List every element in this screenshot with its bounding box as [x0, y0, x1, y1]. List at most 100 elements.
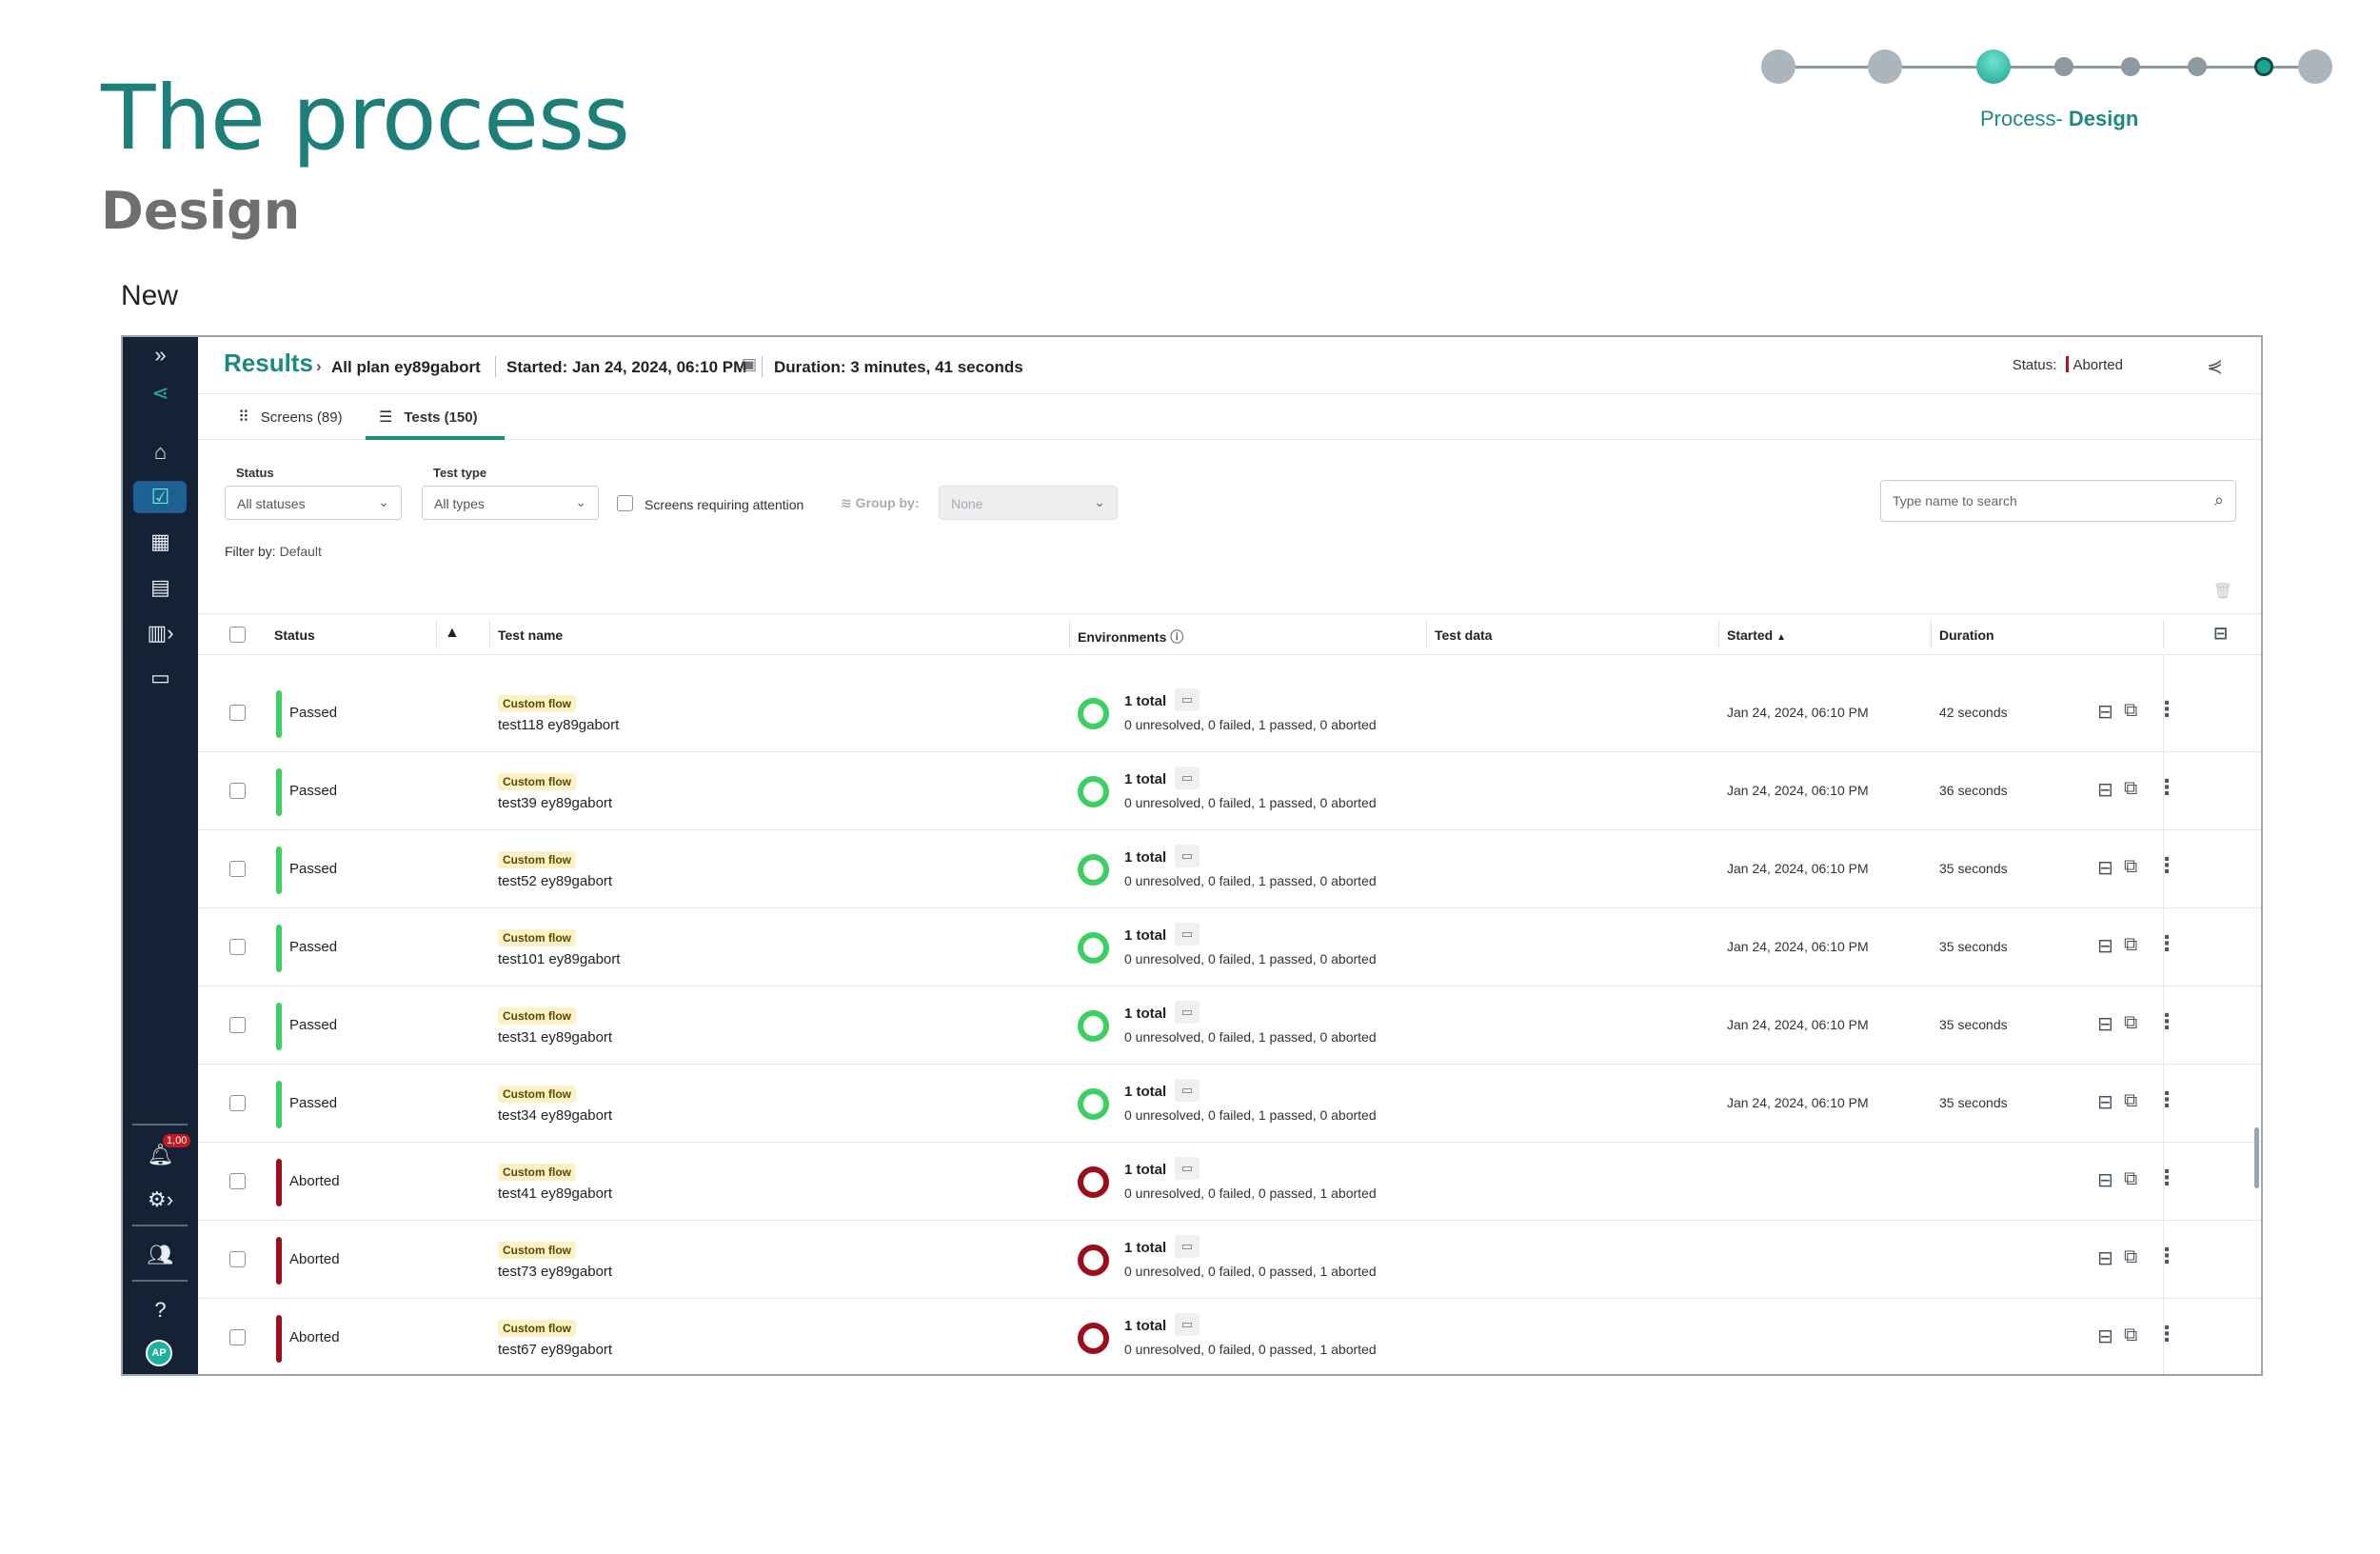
table-row[interactable]: Passed Custom flow test31 ey89gabort 1 tota…: [198, 986, 2261, 1065]
scrollbar[interactable]: [2254, 1127, 2259, 1188]
calendar-icon[interactable]: ▣: [742, 355, 757, 374]
screenshot-icon[interactable]: ⧉: [2124, 700, 2137, 722]
settings-icon[interactable]: ⚙›: [123, 1184, 198, 1216]
table-row[interactable]: Passed Custom flow test101 ey89gabort 1 tot…: [198, 908, 2261, 986]
trash-icon[interactable]: 🗑︎: [2213, 582, 2232, 601]
table-row[interactable]: Aborted Custom flow test73 ey89gabort 1 tot…: [198, 1221, 2261, 1299]
more-options-icon[interactable]: ⋮: [2156, 775, 2177, 800]
monitor-icon[interactable]: ▭: [1175, 1157, 1200, 1180]
reports-icon[interactable]: ▥›: [123, 617, 198, 649]
logo-icon[interactable]: ⋖: [123, 377, 198, 409]
row-checkbox[interactable]: [229, 861, 246, 877]
group-by-select[interactable]: None ⌄: [939, 486, 1118, 520]
screenshot-icon[interactable]: ⧉: [2124, 1246, 2137, 1268]
test-details-icon[interactable]: ⊟: [2097, 1325, 2113, 1348]
screenshot-icon[interactable]: ⧉: [2124, 856, 2137, 878]
row-checkbox[interactable]: [229, 1329, 246, 1345]
table-row[interactable]: Passed Custom flow test118 ey89gabort 1 tot…: [198, 674, 2261, 752]
monitor-icon[interactable]: ▭: [1175, 1001, 1200, 1024]
search-input[interactable]: Type name to search ⌕: [1880, 480, 2236, 522]
test-name[interactable]: test41 ey89gabort: [498, 1185, 612, 1202]
screenshot-icon[interactable]: ⧉: [2124, 778, 2137, 800]
row-checkbox[interactable]: [229, 1251, 246, 1267]
test-details-icon[interactable]: ⊟: [2097, 778, 2113, 802]
status-select[interactable]: All statuses ⌄: [225, 486, 402, 520]
table-row[interactable]: Passed Custom flow test52 ey89gabort 1 tota…: [198, 830, 2261, 908]
col-started[interactable]: Started ▲: [1727, 628, 1786, 643]
tab-tests[interactable]: ☰ Tests (150): [379, 408, 478, 427]
more-options-icon[interactable]: ⋮: [2156, 1244, 2177, 1268]
status-indicator: [276, 1315, 282, 1363]
col-duration[interactable]: Duration: [1939, 628, 1994, 643]
avatar[interactable]: AP: [146, 1340, 172, 1366]
status-text: Aborted: [289, 1173, 340, 1189]
filter-by-value[interactable]: Default: [280, 544, 322, 559]
team-icon[interactable]: 👥︎: [123, 1239, 198, 1271]
home-icon[interactable]: ⌂: [123, 436, 198, 468]
more-options-icon[interactable]: ⋮: [2156, 931, 2177, 956]
monitor-icon[interactable]: ▭: [1175, 923, 1200, 946]
test-details-icon[interactable]: ⊟: [2097, 1246, 2113, 1270]
test-name[interactable]: test52 ey89gabort: [498, 873, 612, 889]
test-name[interactable]: test101 ey89gabort: [498, 951, 620, 967]
monitor-icon[interactable]: ▭: [1175, 845, 1200, 867]
monitor-icon[interactable]: ▭: [1175, 688, 1200, 711]
screenshot-icon[interactable]: ⧉: [2124, 1325, 2137, 1346]
table-row[interactable]: Passed Custom flow test34 ey89gabort 1 tota…: [198, 1065, 2261, 1143]
screenshot-icon[interactable]: ⧉: [2124, 1168, 2137, 1190]
col-test-data[interactable]: Test data: [1435, 628, 1492, 643]
row-checkbox[interactable]: [229, 1173, 246, 1189]
select-all-checkbox[interactable]: [229, 627, 246, 643]
test-details-icon[interactable]: ⊟: [2097, 856, 2113, 880]
test-details-icon[interactable]: ⊟: [2097, 1168, 2113, 1192]
screenshot-icon[interactable]: ⧉: [2124, 1090, 2137, 1112]
row-checkbox[interactable]: [229, 1017, 246, 1033]
more-options-icon[interactable]: ⋮: [2156, 853, 2177, 878]
more-options-icon[interactable]: ⋮: [2156, 697, 2177, 722]
dashboard-icon[interactable]: ▦: [123, 526, 198, 558]
more-options-icon[interactable]: ⋮: [2156, 1166, 2177, 1190]
test-name[interactable]: test67 ey89gabort: [498, 1342, 612, 1358]
screenshot-icon[interactable]: ⧉: [2124, 1012, 2137, 1034]
col-test-name[interactable]: Test name: [498, 628, 563, 643]
attention-checkbox[interactable]: [617, 495, 633, 511]
screenshot-icon[interactable]: ⧉: [2124, 934, 2137, 956]
row-checkbox[interactable]: [229, 705, 246, 721]
share-icon[interactable]: ⋞: [2207, 354, 2223, 378]
table-row[interactable]: Aborted Custom flow test67 ey89gabort 1 tot…: [198, 1299, 2261, 1374]
more-options-icon[interactable]: ⋮: [2156, 1322, 2177, 1346]
test-name[interactable]: test39 ey89gabort: [498, 795, 612, 811]
expand-icon[interactable]: »: [123, 339, 198, 371]
table-row[interactable]: Passed Custom flow test39 ey89gabort 1 tota…: [198, 752, 2261, 830]
col-environments[interactable]: Environments ⓘ: [1078, 628, 1183, 647]
test-details-icon[interactable]: ⊟: [2097, 934, 2113, 958]
results-icon[interactable]: ☑: [123, 481, 198, 513]
warning-icon[interactable]: ▲: [445, 625, 460, 642]
help-icon[interactable]: ?: [123, 1294, 198, 1326]
test-details-icon[interactable]: ⊟: [2097, 700, 2113, 724]
test-name[interactable]: test31 ey89gabort: [498, 1029, 612, 1046]
monitor-icon[interactable]: ▭: [1175, 1313, 1200, 1336]
row-checkbox[interactable]: [229, 939, 246, 955]
row-checkbox[interactable]: [229, 1095, 246, 1111]
test-details-icon[interactable]: ⊟: [2097, 1012, 2113, 1036]
tab-screens[interactable]: ⠿ Screens (89): [238, 408, 343, 427]
column-settings-icon[interactable]: ⊟: [2213, 624, 2228, 644]
status-indicator: [276, 847, 282, 894]
calendar-icon[interactable]: ▤: [123, 571, 198, 604]
more-options-icon[interactable]: ⋮: [2156, 1087, 2177, 1112]
monitor-icon[interactable]: ▭: [1175, 1235, 1200, 1258]
col-status[interactable]: Status: [274, 628, 315, 643]
breadcrumb-results[interactable]: Results: [224, 349, 313, 378]
monitor-icon[interactable]: ▭: [1175, 1079, 1200, 1102]
monitor-icon[interactable]: ▭: [1175, 767, 1200, 789]
row-checkbox[interactable]: [229, 783, 246, 799]
test-name[interactable]: test118 ey89gabort: [498, 717, 619, 733]
test-details-icon[interactable]: ⊟: [2097, 1090, 2113, 1114]
monitor-icon[interactable]: ▭: [123, 662, 198, 694]
more-options-icon[interactable]: ⋮: [2156, 1009, 2177, 1034]
test-name[interactable]: test34 ey89gabort: [498, 1107, 612, 1124]
test-name[interactable]: test73 ey89gabort: [498, 1264, 612, 1280]
table-row[interactable]: Aborted Custom flow test41 ey89gabort 1 tot…: [198, 1143, 2261, 1221]
type-select[interactable]: All types ⌄: [422, 486, 599, 520]
